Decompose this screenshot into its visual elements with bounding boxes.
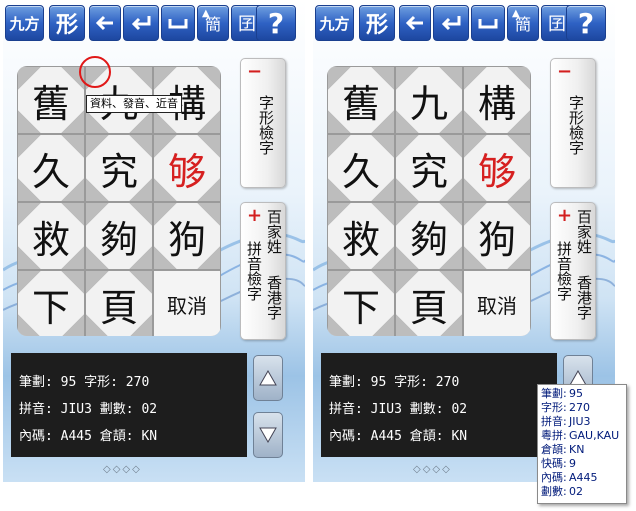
popup-row: 內碼: A445 <box>541 471 598 484</box>
shape-lookup-label: 字形檢字 <box>567 95 585 155</box>
brand-logo: ◇◇◇◇ <box>103 464 142 475</box>
backspace-button[interactable] <box>399 5 431 41</box>
minus-icon: − <box>557 61 573 82</box>
space-icon <box>478 19 498 29</box>
pinyin-lookup-label: 拼音檢字 <box>555 241 573 301</box>
back-arrow-icon <box>95 15 113 31</box>
xing-mode-button[interactable]: 形 <box>49 5 85 41</box>
shape-lookup-button[interactable]: − 字形檢字 <box>550 58 596 188</box>
char-cell[interactable]: 久 <box>328 135 394 201</box>
char-cell[interactable]: 舊 <box>18 67 84 133</box>
char-cell[interactable]: 究 <box>396 135 462 201</box>
jiufang-mode-button[interactable]: 九方 <box>315 5 354 41</box>
surname-label: 百家姓 <box>265 209 283 254</box>
char-cell[interactable]: 下 <box>18 271 84 336</box>
plus-icon: + <box>247 205 263 226</box>
help-button[interactable]: ? <box>256 5 296 41</box>
help-button[interactable]: ? <box>566 5 606 41</box>
char-cell[interactable]: 構 <box>464 67 530 133</box>
scroll-up-button[interactable] <box>253 355 283 401</box>
scroll-down-button[interactable] <box>253 412 283 458</box>
info-line-2: 拼音: JIU3 劃數: 02 <box>329 402 468 417</box>
char-cell[interactable]: 救 <box>18 203 84 269</box>
backspace-button[interactable] <box>89 5 121 41</box>
popup-row: 粵拼: GAU,KAU <box>541 429 620 442</box>
popup-row: 拼音: JIU3 <box>541 415 591 428</box>
pinyin-lookup-button[interactable]: + 百家姓 香港字 拼音檢字 <box>550 202 596 340</box>
popup-row: 倉頡: KN <box>541 443 585 456</box>
up-arrow-icon: ▲ <box>202 8 210 19</box>
surname-label: 百家姓 <box>575 209 593 254</box>
plus-icon: + <box>557 205 573 226</box>
enter-button[interactable] <box>433 5 469 41</box>
hk-char-label: 香港字 <box>575 275 593 320</box>
popup-row: 字形: 270 <box>541 401 590 414</box>
info-line-3: 內碼: A445 倉頡: KN <box>19 429 158 444</box>
char-cell[interactable]: 下 <box>328 271 394 336</box>
char-info-box: 筆劃: 95 字形: 270 拼音: JIU3 劃數: 02 內碼: A445 … <box>321 353 557 457</box>
jiufang-mode-button[interactable]: 九方 <box>5 5 44 41</box>
char-cell[interactable]: 夠 <box>396 203 462 269</box>
char-info-box: 筆劃: 95 字形: 270 拼音: JIU3 劃數: 02 內碼: A445 … <box>11 353 247 457</box>
back-arrow-icon <box>405 15 423 31</box>
char-cell[interactable]: 狗 <box>464 203 530 269</box>
cancel-button[interactable]: 取消 <box>154 271 220 336</box>
shape-lookup-button[interactable]: − 字形檢字 <box>240 58 286 188</box>
char-cell[interactable]: 究 <box>86 135 152 201</box>
char-cell[interactable]: 够 <box>464 135 530 201</box>
popup-row: 劃數: 02 <box>541 485 583 498</box>
space-button[interactable] <box>471 5 505 41</box>
xing-mode-button[interactable]: 形 <box>359 5 395 41</box>
scroll-down-icon <box>259 427 277 443</box>
scroll-up-icon <box>259 370 277 386</box>
hk-char-label: 香港字 <box>265 275 283 320</box>
enter-icon <box>441 16 461 31</box>
char-cell[interactable]: 狗 <box>154 203 220 269</box>
space-icon <box>168 19 188 29</box>
char-cell[interactable]: 舊 <box>328 67 394 133</box>
char-cell[interactable]: 救 <box>328 203 394 269</box>
cancel-button[interactable]: 取消 <box>464 271 530 336</box>
popup-row: 快碼: 9 <box>541 457 576 470</box>
shape-lookup-label: 字形檢字 <box>257 95 275 155</box>
highlight-circle <box>79 56 111 88</box>
char-detail-popup: 筆劃: 95 字形: 270 拼音: JIU3 粵拼: GAU,KAU 倉頡: KN 快碼… <box>537 384 627 504</box>
simplified-toggle-button[interactable]: ▲ 簡 <box>197 5 229 41</box>
tooltip: 資料、發音、近音 <box>86 95 182 113</box>
brand-logo: ◇◇◇◇ <box>413 464 452 475</box>
pinyin-lookup-button[interactable]: + 百家姓 香港字 拼音檢字 <box>240 202 286 340</box>
pinyin-lookup-label: 拼音檢字 <box>245 241 263 301</box>
enter-button[interactable] <box>123 5 159 41</box>
char-cell[interactable]: 够 <box>154 135 220 201</box>
enter-icon <box>131 16 151 31</box>
char-cell[interactable]: 頁 <box>396 271 462 336</box>
info-line-1: 筆劃: 95 字形: 270 <box>19 375 150 390</box>
character-grid: 舊 九 構 久 究 够 救 夠 狗 下 頁 取消 <box>327 66 531 336</box>
simplified-toggle-button[interactable]: ▲ 簡 <box>507 5 539 41</box>
info-line-2: 拼音: JIU3 劃數: 02 <box>19 402 158 417</box>
info-line-1: 筆劃: 95 字形: 270 <box>329 375 460 390</box>
char-cell[interactable]: 久 <box>18 135 84 201</box>
char-cell[interactable]: 夠 <box>86 203 152 269</box>
char-cell[interactable]: 頁 <box>86 271 152 336</box>
space-button[interactable] <box>161 5 195 41</box>
char-cell[interactable]: 九 <box>396 67 462 133</box>
left-panel: 九方 形 ▲簡 囝 ? 舊 九 構 久 究 够 救 夠 狗 下 頁 取消 − 字… <box>3 0 305 482</box>
info-line-3: 內碼: A445 倉頡: KN <box>329 429 468 444</box>
popup-row: 筆劃: 95 <box>541 387 583 400</box>
up-arrow-icon: ▲ <box>512 8 520 19</box>
minus-icon: − <box>247 61 263 82</box>
